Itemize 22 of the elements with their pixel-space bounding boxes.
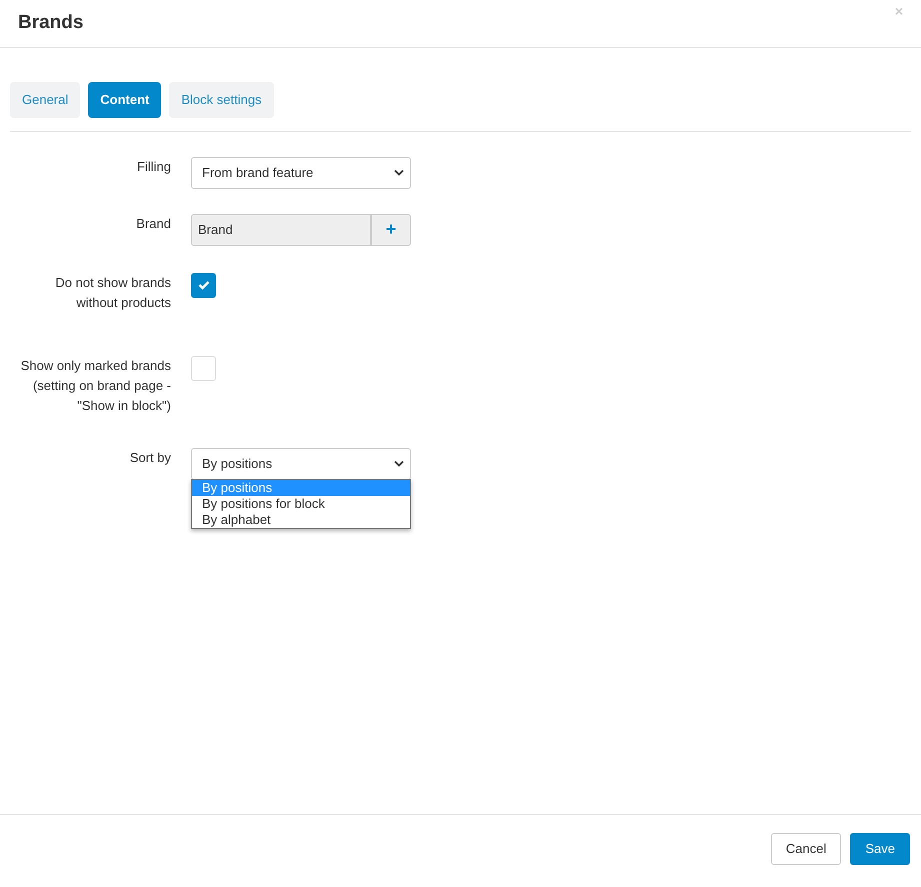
field-label: Filling xyxy=(136,158,171,176)
window-title: Brands xyxy=(18,12,84,35)
field-label: Brand xyxy=(135,214,171,232)
tab[interactable]: Content xyxy=(88,82,162,118)
select-field[interactable]: By positions xyxy=(191,448,411,480)
field-label: Do not show brands without products xyxy=(54,274,171,312)
cancel-button[interactable]: Cancel xyxy=(770,833,842,865)
dropdown-option[interactable]: By alphabet xyxy=(192,512,410,528)
select-field[interactable]: From brand feature xyxy=(191,156,411,188)
tab[interactable]: General xyxy=(10,82,80,118)
checkbox[interactable] xyxy=(191,272,216,298)
tab[interactable]: Block settings xyxy=(169,82,274,118)
save-button[interactable]: Save xyxy=(850,833,910,865)
dropdown-option[interactable]: By positions for block xyxy=(192,496,410,512)
field-label: Show only marked brands (setting on brand page - "Show in block") xyxy=(20,356,171,415)
caret-icon xyxy=(394,169,404,176)
check-icon xyxy=(198,280,210,290)
dropdown-option[interactable]: By positions xyxy=(192,480,410,496)
input-field[interactable]: Brand xyxy=(191,214,371,246)
caret-icon xyxy=(394,460,404,467)
add-button[interactable]: + xyxy=(371,214,411,246)
field-label: Sort by xyxy=(128,448,171,467)
